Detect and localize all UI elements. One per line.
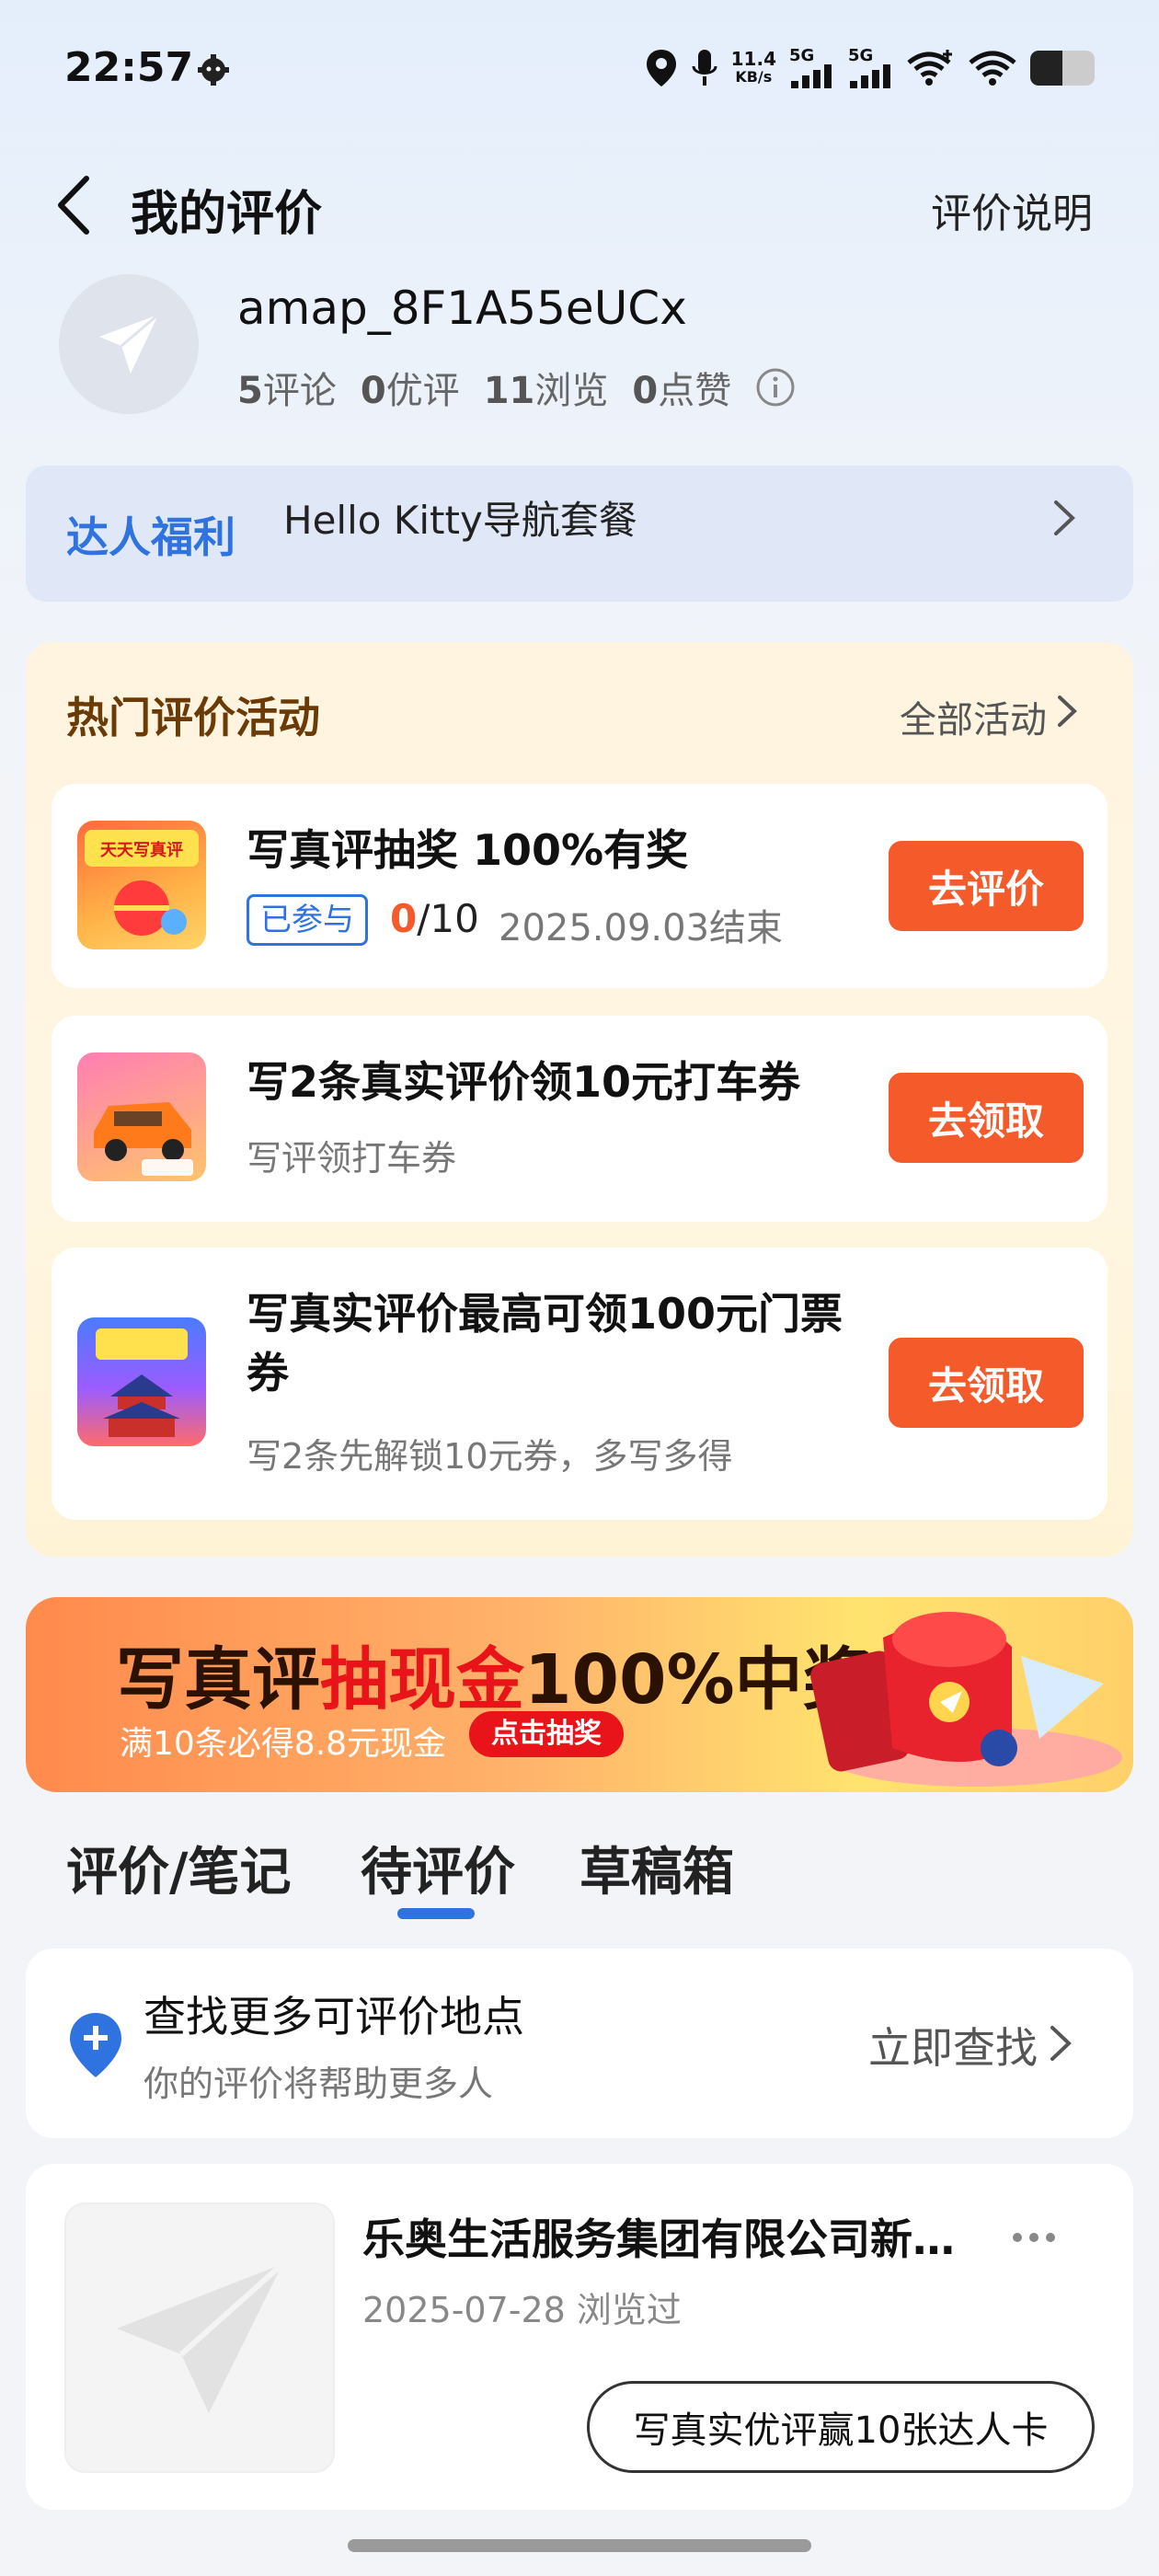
activity-thumbnail: 天天写真评 bbox=[77, 821, 206, 949]
status-icons: 11.4 KB/s 5G 5G bbox=[645, 48, 1095, 88]
back-arrow-icon[interactable] bbox=[52, 173, 98, 237]
signal-sim2: 5G bbox=[848, 48, 894, 88]
username: amap_8F1A55eUCx bbox=[237, 282, 687, 335]
activity-name: 写2条真实评价领10元打车券 bbox=[247, 1057, 801, 1107]
battery-fill bbox=[1030, 51, 1062, 86]
go-review-button[interactable]: 去评价 bbox=[889, 841, 1084, 931]
activity-end-date: 2025.09.03结束 bbox=[499, 907, 784, 949]
more-options-icon[interactable] bbox=[1008, 2219, 1060, 2256]
svg-text:天天写真评: 天天写真评 bbox=[100, 840, 183, 860]
paper-plane-icon bbox=[99, 313, 159, 374]
status-time: 22:57 bbox=[64, 44, 194, 91]
stat-good-reviews: 0优评 bbox=[360, 370, 460, 412]
chevron-right-icon bbox=[1058, 696, 1077, 727]
place-image-placeholder bbox=[64, 2202, 335, 2473]
tab-pending-review[interactable]: 待评价 bbox=[361, 1831, 515, 1905]
place-viewed-date: 2025-07-28 浏览过 bbox=[362, 2290, 682, 2330]
signal-bars-icon bbox=[791, 64, 832, 88]
sim1-label: 5G bbox=[789, 46, 815, 65]
activities-title: 热门评价活动 bbox=[66, 693, 320, 742]
claim-coupon-button[interactable]: 去领取 bbox=[889, 1073, 1084, 1163]
find-more-subtitle: 你的评价将帮助更多人 bbox=[143, 2064, 494, 2104]
banner-headline-part2: 抽现金 bbox=[320, 1640, 524, 1719]
activity-subtitle: 写评领打车券 bbox=[247, 1138, 457, 1179]
profile-stats: 5评论 0优评 11浏览 0点赞 bbox=[237, 361, 796, 414]
review-rules-link[interactable]: 评价说明 bbox=[931, 180, 1093, 239]
network-speed: 11.4 KB/s bbox=[731, 50, 776, 86]
stat-likes: 0点赞 bbox=[632, 370, 732, 412]
banner-headline-part1: 写真评 bbox=[116, 1640, 320, 1719]
add-location-pin-icon bbox=[70, 2013, 121, 2077]
activity-subtitle: 写2条先解锁10元券，多写多得 bbox=[247, 1436, 733, 1477]
activity-name: 写真评抽奖 100%有奖 bbox=[247, 825, 689, 875]
battery-icon bbox=[1030, 51, 1095, 86]
network-speed-value: 11.4 bbox=[730, 48, 776, 70]
activity-name-line1: 写真实评价最高可领100元门票 bbox=[247, 1289, 843, 1339]
tab-active-indicator bbox=[397, 1908, 475, 1919]
avatar[interactable] bbox=[59, 274, 199, 414]
red-envelope-illustration bbox=[810, 1612, 1122, 1787]
banner-subtitle: 满10条必得8.8元现金 bbox=[120, 1725, 447, 1763]
sim2-label: 5G bbox=[848, 46, 874, 65]
banner-headline: 写真评抽现金100%中奖 bbox=[116, 1625, 871, 1723]
claim-ticket-button[interactable]: 去领取 bbox=[889, 1338, 1084, 1428]
signal-sim1: 5G bbox=[789, 48, 835, 88]
home-indicator[interactable] bbox=[348, 2539, 811, 2552]
joined-badge: 已参与 bbox=[247, 894, 368, 946]
chevron-right-icon bbox=[1054, 500, 1075, 535]
find-more-title: 查找更多可评价地点 bbox=[143, 1992, 524, 2041]
wifi-icon bbox=[969, 51, 1016, 86]
activity-name-line2: 券 bbox=[247, 1348, 289, 1397]
settings-gear-icon bbox=[198, 54, 229, 86]
perks-label: 达人福利 bbox=[66, 512, 235, 562]
progress-total: /10 bbox=[417, 896, 479, 941]
find-now-link[interactable]: 立即查找 bbox=[868, 2015, 1038, 2076]
tab-reviews-notes[interactable]: 评价/笔记 bbox=[66, 1831, 291, 1905]
info-icon[interactable] bbox=[755, 367, 796, 408]
activity-thumbnail bbox=[77, 1052, 206, 1181]
tab-drafts[interactable]: 草稿箱 bbox=[580, 1831, 734, 1905]
banner-cta-button[interactable]: 点击抽奖 bbox=[469, 1711, 624, 1757]
activity-thumbnail bbox=[77, 1317, 206, 1446]
stat-views: 11浏览 bbox=[483, 370, 609, 412]
microphone-icon bbox=[692, 50, 717, 86]
chevron-right-icon bbox=[1050, 2026, 1072, 2061]
network-speed-unit: KB/s bbox=[735, 68, 773, 86]
wifi-plus-icon bbox=[907, 50, 952, 86]
location-icon bbox=[646, 50, 676, 86]
taxi-car-icon bbox=[94, 1102, 193, 1176]
activity-progress: 0/10 bbox=[390, 896, 479, 941]
place-name: 乐奥生活服务集团有限公司新… bbox=[362, 2214, 955, 2264]
temple-ticket-icon bbox=[96, 1328, 188, 1437]
lottery-gift-icon: 天天写真评 bbox=[85, 830, 199, 936]
write-review-button[interactable]: 写真实优评赢10张达人卡 bbox=[587, 2381, 1095, 2473]
perks-text: Hello Kitty导航套餐 bbox=[283, 498, 637, 543]
activity-name: 写真实评价最高可领100元门票 券 bbox=[247, 1284, 843, 1402]
signal-bars-icon bbox=[850, 64, 890, 88]
progress-done: 0 bbox=[390, 896, 418, 941]
page-title: 我的评价 bbox=[131, 187, 323, 242]
all-activities-link[interactable]: 全部活动 bbox=[900, 690, 1047, 743]
stat-reviews: 5评论 bbox=[237, 370, 337, 412]
paper-plane-icon bbox=[117, 2261, 284, 2413]
